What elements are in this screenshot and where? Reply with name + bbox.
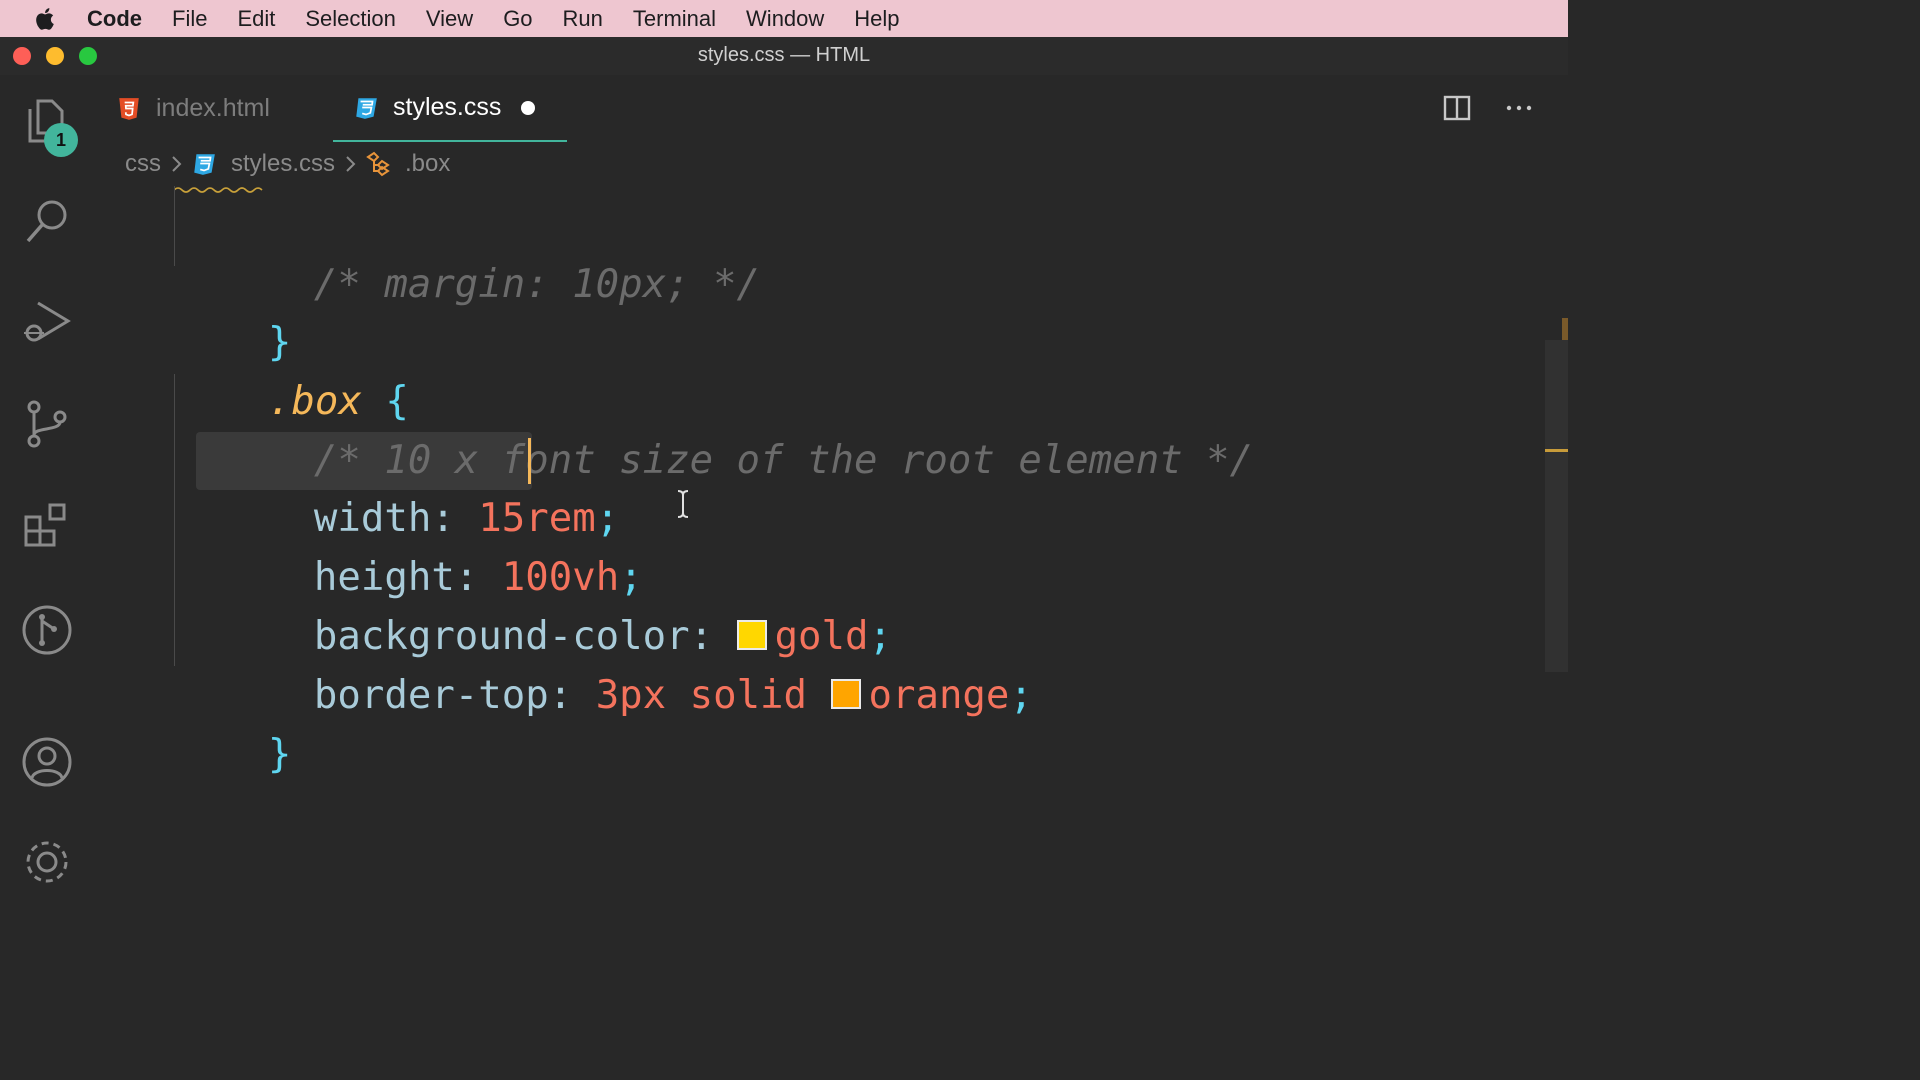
tab-label: index.html bbox=[156, 94, 270, 122]
indent-guide bbox=[174, 186, 175, 266]
code-line: height: 100vh; bbox=[313, 555, 643, 600]
tab-styles-css[interactable]: styles.css bbox=[333, 75, 567, 142]
warning-squiggle bbox=[174, 187, 263, 193]
run-debug-icon[interactable] bbox=[20, 295, 74, 349]
color-swatch-orange[interactable] bbox=[830, 678, 861, 709]
breadcrumb-symbol[interactable]: .box bbox=[405, 150, 450, 178]
menu-edit[interactable]: Edit bbox=[237, 6, 275, 32]
menu-app-name[interactable]: Code bbox=[87, 6, 142, 32]
code-line: background-color: gold; bbox=[313, 614, 892, 659]
html5-icon bbox=[119, 97, 139, 120]
ibeam-cursor-icon bbox=[677, 490, 689, 518]
symbol-class-icon bbox=[366, 151, 390, 177]
editor-tab-bar: index.html styles.css bbox=[96, 75, 1568, 142]
extensions-icon[interactable] bbox=[20, 499, 74, 553]
tab-label: styles.css bbox=[393, 93, 502, 121]
css3-icon bbox=[194, 154, 215, 175]
menu-run[interactable]: Run bbox=[563, 6, 603, 32]
scrollbar-overview-mark bbox=[1562, 318, 1568, 342]
chevron-right-icon bbox=[172, 156, 182, 172]
cursor-position-mark bbox=[1545, 449, 1568, 452]
more-actions-icon[interactable] bbox=[1504, 93, 1534, 123]
code-line: width: 15rem; bbox=[313, 496, 620, 541]
settings-gear-icon[interactable] bbox=[20, 835, 74, 889]
code-line: } bbox=[267, 732, 292, 777]
editor-scrollbar[interactable] bbox=[1545, 340, 1568, 672]
split-editor-icon[interactable] bbox=[1442, 93, 1472, 123]
code-line: .box { bbox=[267, 379, 409, 424]
menu-window[interactable]: Window bbox=[746, 6, 824, 32]
menu-help[interactable]: Help bbox=[854, 6, 899, 32]
css3-icon bbox=[356, 97, 377, 119]
text-cursor bbox=[528, 438, 531, 484]
chevron-right-icon bbox=[346, 156, 356, 172]
menu-selection[interactable]: Selection bbox=[305, 6, 396, 32]
source-control-icon[interactable] bbox=[20, 397, 74, 451]
accounts-icon[interactable] bbox=[20, 735, 74, 789]
breadcrumb-folder[interactable]: css bbox=[125, 150, 161, 178]
code-editor[interactable]: /* margin: 10px; */ } .box { /* 10 x fon… bbox=[96, 186, 1544, 882]
activity-bar: 1 bbox=[0, 75, 96, 883]
window-title: styles.css — HTML bbox=[697, 44, 871, 66]
explorer-badge: 1 bbox=[44, 123, 78, 157]
menu-view[interactable]: View bbox=[426, 6, 473, 32]
title-bar: styles.css — HTML bbox=[0, 37, 1568, 75]
unsaved-changes-dot[interactable] bbox=[521, 100, 536, 115]
menu-terminal[interactable]: Terminal bbox=[633, 6, 716, 32]
menu-go[interactable]: Go bbox=[503, 6, 532, 32]
git-graph-icon[interactable] bbox=[20, 603, 74, 657]
breadcrumb: css styles.css .box bbox=[125, 146, 450, 182]
code-line: /* margin: 10px; */ bbox=[313, 262, 761, 307]
search-icon[interactable] bbox=[20, 193, 74, 247]
code-line: /* 10 x font size of the root element */ bbox=[313, 438, 1254, 483]
breadcrumb-file[interactable]: styles.css bbox=[231, 150, 335, 178]
tab-index-html[interactable]: index.html bbox=[116, 75, 270, 142]
menu-bar: Code File Edit Selection View Go Run Ter… bbox=[0, 0, 1568, 37]
code-line: } bbox=[267, 320, 292, 365]
menu-file[interactable]: File bbox=[172, 6, 207, 32]
code-line: border-top: 3px solid orange; bbox=[313, 673, 1033, 718]
apple-icon[interactable] bbox=[33, 6, 59, 32]
